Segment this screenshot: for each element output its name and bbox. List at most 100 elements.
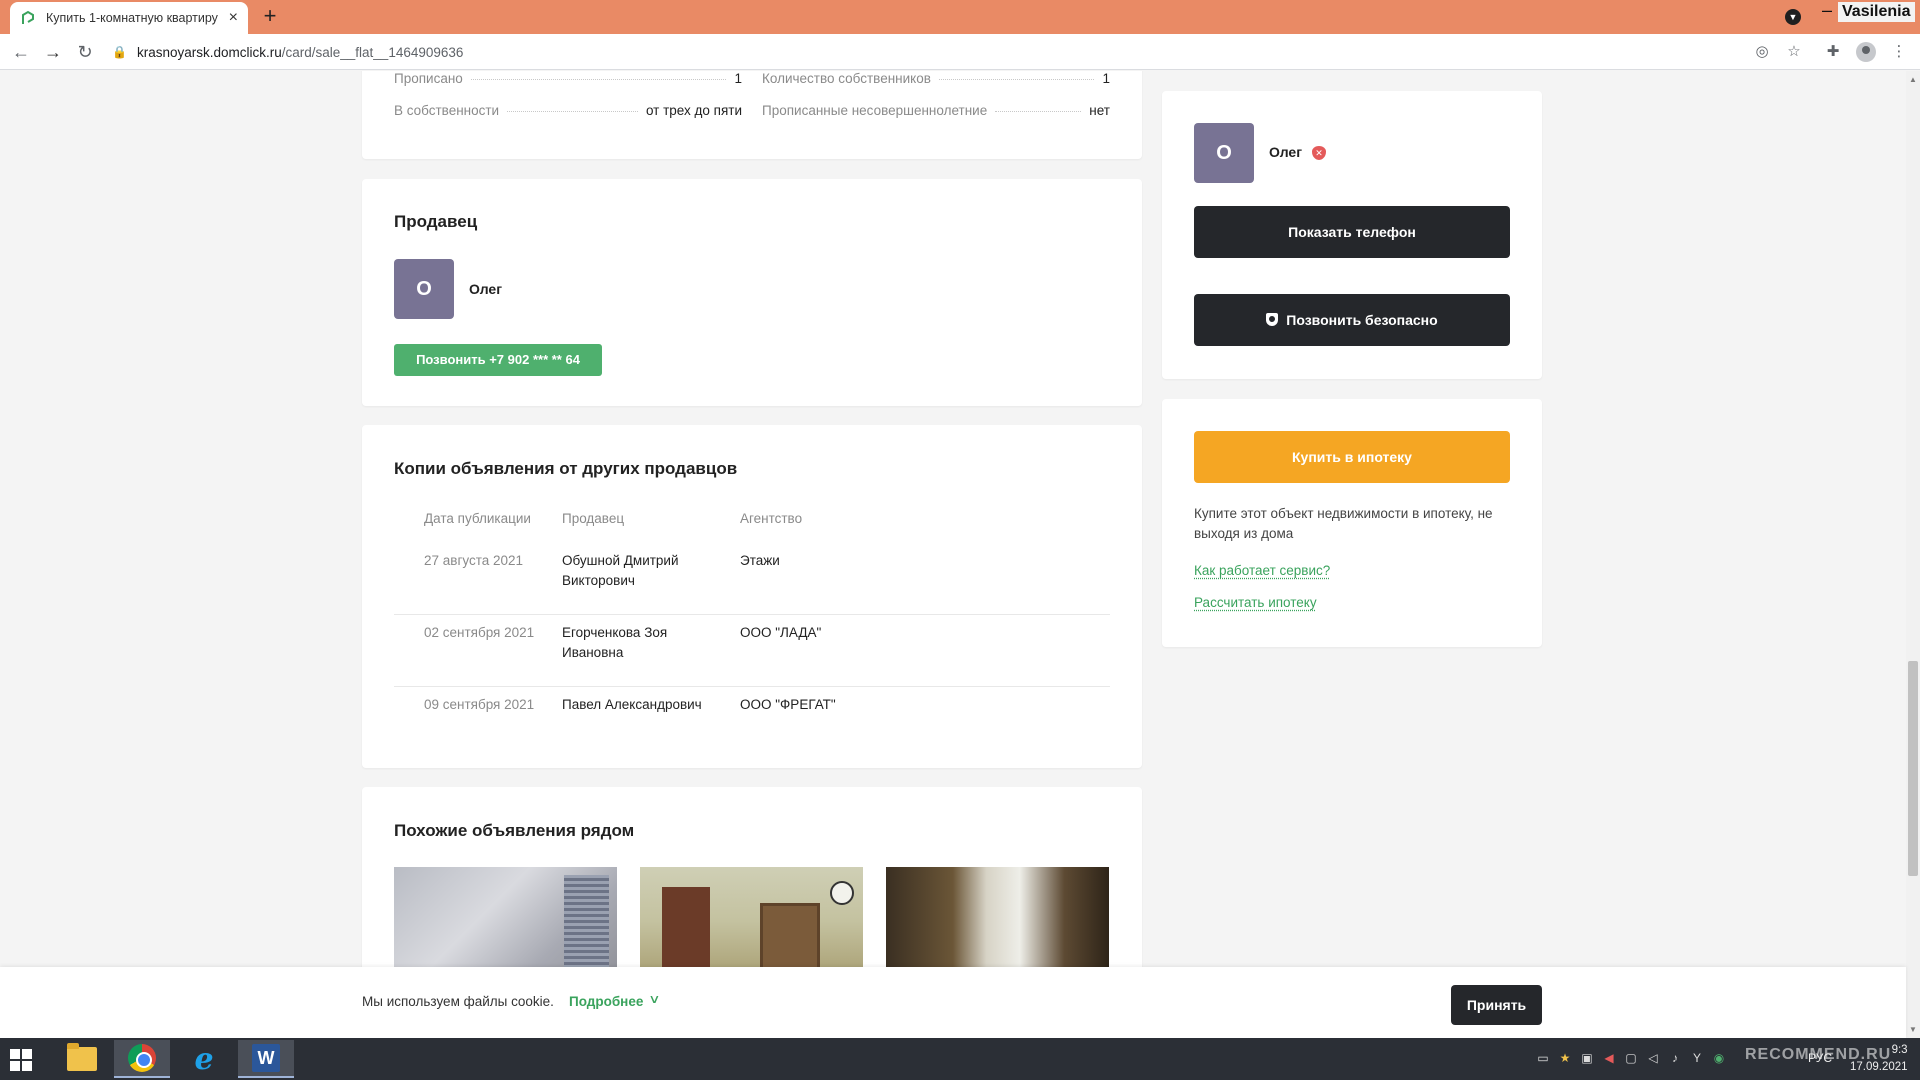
system-tray: ▭ ★ ▣ ◀ ▢ ◁ ♪ Y ◉ xyxy=(1536,1051,1726,1065)
shield-icon xyxy=(1266,313,1279,326)
mortgage-description: Купите этот объект недвижимости в ипотек… xyxy=(1194,506,1493,541)
safe-call-label: Позвонить безопасно xyxy=(1286,312,1438,328)
contact-avatar: О xyxy=(1194,123,1254,183)
detail-row: Прописанные несовершеннолетние нет xyxy=(762,103,1110,118)
extensions-puzzle-icon[interactable]: ✚ xyxy=(1824,43,1842,61)
scroll-down-icon[interactable]: ▼ xyxy=(1909,1025,1917,1034)
similar-title: Похожие объявления рядом xyxy=(394,821,635,840)
cookie-accept-button[interactable]: Принять xyxy=(1451,985,1542,1025)
taskbar-word[interactable]: W xyxy=(238,1040,294,1078)
table-row: 09 сентября 2021 Павел Александрович ООО… xyxy=(394,687,1110,737)
tray-volume-icon[interactable]: ◁ xyxy=(1646,1051,1660,1065)
scroll-up-icon[interactable]: ▲ xyxy=(1909,75,1917,84)
browser-toolbar: ← → ↻ 🔒 krasnoyarsk.domclick.ru/card/sal… xyxy=(0,34,1920,70)
domclick-favicon-icon xyxy=(22,10,34,24)
language-indicator[interactable]: РУС xyxy=(1808,1051,1832,1065)
seller-title: Продавец xyxy=(394,212,478,231)
taskbar-explorer[interactable] xyxy=(54,1040,110,1078)
row-seller: Обушной Дмитрий Викторович xyxy=(562,553,679,588)
detail-row: Прописано 1 xyxy=(394,71,742,86)
show-phone-button[interactable]: Показать телефон xyxy=(1194,206,1510,258)
tray-app-icon[interactable]: ▣ xyxy=(1580,1051,1594,1065)
listing-photo[interactable] xyxy=(640,867,863,967)
row-agency: ООО "ФРЕГАТ" xyxy=(740,697,836,712)
table-row: 27 августа 2021 Обушной Дмитрий Викторов… xyxy=(394,549,1110,615)
contact-card: О Олег ✕ Показать телефон или Позвонить … xyxy=(1162,91,1542,379)
badge-icon: ✕ xyxy=(1312,146,1326,160)
tab-close-icon[interactable]: × xyxy=(229,9,238,27)
browser-tabstrip: Купить 1-комнатную квартиру × + ▼ – Vasi… xyxy=(0,0,1920,34)
bookmark-star-icon[interactable]: ☆ xyxy=(1785,43,1803,61)
seller-card: Продавец О Олег Позвонить +7 902 *** ** … xyxy=(362,179,1142,406)
row-agency: ООО "ЛАДА" xyxy=(740,625,822,640)
detail-label: Прописано xyxy=(394,71,463,86)
tray-shield-icon[interactable]: ◉ xyxy=(1712,1051,1726,1065)
scrollbar-thumb[interactable] xyxy=(1908,661,1918,876)
back-arrow-icon[interactable]: ← xyxy=(10,41,32,63)
lock-icon[interactable]: 🔒 xyxy=(112,45,127,59)
address-bar[interactable]: 🔒 krasnoyarsk.domclick.ru/card/sale__fla… xyxy=(112,40,1782,64)
system-clock[interactable]: 9:3 17.09.2021 xyxy=(1850,1042,1908,1076)
windows-taskbar: e W ▭ ★ ▣ ◀ ▢ ◁ ♪ Y ◉ RECOMMEND.RU РУС 9… xyxy=(0,1038,1920,1080)
tray-flag-icon[interactable]: ◀ xyxy=(1602,1051,1616,1065)
new-tab-button[interactable]: + xyxy=(258,4,282,28)
forward-arrow-icon[interactable]: → xyxy=(42,41,64,63)
tray-star-icon[interactable]: ★ xyxy=(1558,1051,1572,1065)
listing-copies-card: Копии объявления от других продавцов Дат… xyxy=(362,425,1142,768)
clock-time: 9:3 xyxy=(1891,1044,1908,1056)
call-seller-button[interactable]: Позвонить +7 902 *** ** 64 xyxy=(394,344,602,376)
window-user-name: Vasilenia xyxy=(1838,2,1915,22)
eye-off-icon[interactable]: ◎ xyxy=(1753,43,1771,61)
reload-icon[interactable]: ↻ xyxy=(74,41,96,63)
menu-kebab-icon[interactable]: ⋮ xyxy=(1890,43,1908,61)
detail-row: В собственности от трех до пяти xyxy=(394,103,742,118)
listing-photo[interactable] xyxy=(886,867,1109,967)
column-header-agency: Агентство xyxy=(740,511,803,526)
contact-name[interactable]: Олег xyxy=(1269,144,1302,160)
internet-explorer-icon: e xyxy=(194,1041,214,1077)
row-date: 27 августа 2021 xyxy=(424,553,524,568)
detail-label: Прописанные несовершеннолетние xyxy=(762,103,988,118)
detail-value: 1 xyxy=(1102,71,1110,86)
row-seller: Егорченкова Зоя Ивановна xyxy=(562,625,668,660)
cookie-banner: Мы используем файлы cookie. Подробнее ∨ … xyxy=(0,967,1906,1038)
cookie-text: Мы используем файлы cookie. xyxy=(362,994,554,1009)
safe-call-button[interactable]: Позвонить безопасно xyxy=(1194,294,1510,346)
clock-date: 17.09.2021 xyxy=(1850,1061,1908,1073)
row-date: 02 сентября 2021 xyxy=(424,625,535,640)
detail-value: от трех до пяти xyxy=(645,103,742,118)
tray-network-icon[interactable]: ▭ xyxy=(1536,1051,1550,1065)
page-content: Прописано 1 Количество собственников 1 В… xyxy=(0,71,1906,967)
chrome-icon xyxy=(128,1044,156,1072)
row-seller: Павел Александрович xyxy=(562,697,702,712)
taskbar-ie[interactable]: e xyxy=(176,1040,232,1078)
calculate-mortgage-link[interactable]: Рассчитать ипотеку xyxy=(1194,595,1317,610)
row-agency: Этажи xyxy=(740,553,780,568)
mortgage-card: Купить в ипотеку Купите этот объект недв… xyxy=(1162,399,1542,647)
profile-avatar-icon[interactable] xyxy=(1856,42,1876,62)
cookie-more-link[interactable]: Подробнее xyxy=(569,994,643,1009)
tray-monitor-icon[interactable]: ▢ xyxy=(1624,1051,1638,1065)
listing-photo[interactable] xyxy=(394,867,617,967)
seller-name[interactable]: Олег xyxy=(469,281,502,297)
how-it-works-link[interactable]: Как работает сервис? xyxy=(1194,563,1330,578)
seller-avatar: О xyxy=(394,259,454,319)
word-icon: W xyxy=(252,1044,280,1072)
chevron-down-icon[interactable]: ∨ xyxy=(648,992,660,1006)
url-path: /card/sale__flat__1464909636 xyxy=(281,44,464,60)
minimize-button[interactable]: – xyxy=(1822,0,1832,21)
detail-row: Количество собственников 1 xyxy=(762,71,1110,86)
browser-tab[interactable]: Купить 1-комнатную квартиру × xyxy=(10,2,248,34)
column-header-seller: Продавец xyxy=(562,511,625,526)
taskbar-chrome[interactable] xyxy=(114,1040,170,1078)
similar-listings-card: Похожие объявления рядом xyxy=(362,787,1142,967)
tray-speaker-icon[interactable]: ♪ xyxy=(1668,1051,1682,1065)
url-host: krasnoyarsk.domclick.ru xyxy=(136,44,282,60)
tab-search-icon[interactable]: ▼ xyxy=(1785,9,1801,25)
tab-title: Купить 1-комнатную квартиру xyxy=(46,11,218,25)
page-scrollbar[interactable]: ▲ ▼ xyxy=(1906,71,1920,1038)
buy-mortgage-button[interactable]: Купить в ипотеку xyxy=(1194,431,1510,483)
windows-start-icon[interactable] xyxy=(10,1049,32,1071)
tray-yandex-icon[interactable]: Y xyxy=(1690,1051,1704,1065)
detail-label: В собственности xyxy=(394,103,500,118)
